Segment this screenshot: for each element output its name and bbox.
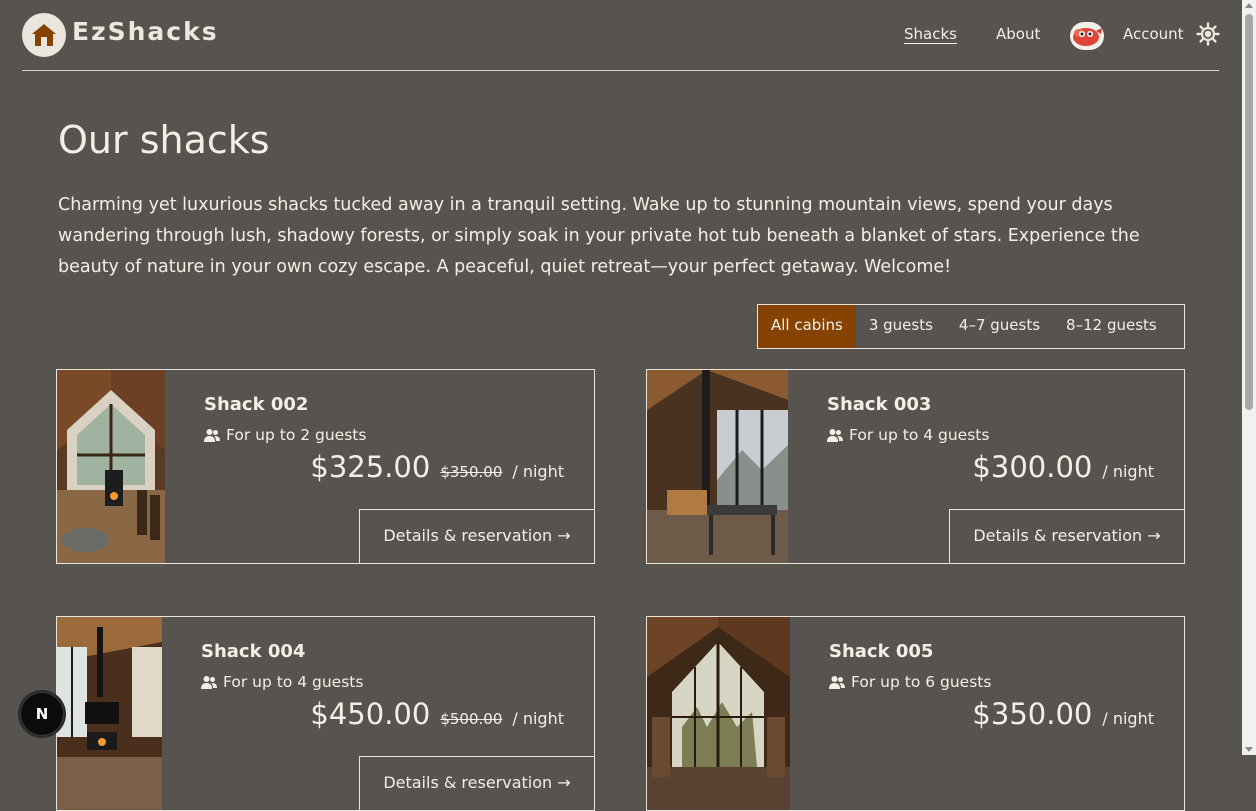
cabin-capacity: For up to 6 guests [829,673,991,691]
avatar[interactable] [1070,22,1104,50]
scrollbar-thumb[interactable] [1245,14,1253,410]
details-reservation-button[interactable]: Details & reservation → [359,509,594,563]
cabin-name: Shack 004 [201,641,306,662]
sun-icon[interactable] [1196,22,1220,46]
users-icon [829,676,845,689]
cabin-name: Shack 003 [827,394,932,415]
original-price: $350.00 [440,463,503,481]
price: $450.00 [310,697,431,731]
users-icon [204,429,220,442]
filter-4-7-guests[interactable]: 4–7 guests [946,305,1053,348]
nav-shacks[interactable]: Shacks [904,25,957,43]
users-icon [827,429,843,442]
cabin-capacity: For up to 2 guests [204,426,366,444]
nav-about[interactable]: About [996,25,1040,43]
house-icon [32,24,56,46]
logo[interactable] [22,13,66,57]
per-night-label: / night [512,709,564,728]
dev-tools-badge[interactable]: N [20,692,64,736]
cabin-capacity-label: For up to 2 guests [226,426,367,444]
users-icon [201,676,217,689]
scroll-up-icon[interactable] [1245,3,1253,8]
price-row: $300.00 / night [972,450,1154,484]
original-price: $500.00 [440,710,503,728]
details-reservation-button[interactable]: Details & reservation → [949,509,1184,563]
cabin-capacity-label: For up to 6 guests [851,673,992,691]
scroll-down-icon[interactable] [1245,747,1253,752]
cabin-card: Shack 005 For up to 6 guests $350.00 / n… [646,616,1185,811]
cabin-card: Shack 002 For up to 2 guests $325.00 $35… [56,369,595,564]
price: $300.00 [972,450,1093,484]
cabin-capacity: For up to 4 guests [827,426,989,444]
cabin-name: Shack 002 [204,394,309,415]
dev-tools-badge-label: N [35,705,49,723]
price-row: $325.00 $350.00 / night [310,450,564,484]
cabin-photo [57,370,165,563]
site-header: EzShacks Shacks About Account [22,12,1220,71]
cabin-photo [647,617,790,810]
page-title: Our shacks [58,118,270,162]
cabin-name: Shack 005 [829,641,934,662]
details-reservation-button[interactable]: Details & reservation → [359,756,594,810]
intro-text: Charming yet luxurious shacks tucked awa… [58,195,1140,277]
price: $325.00 [310,450,431,484]
cabin-photo [647,370,788,563]
capacity-filter: All cabins 3 guests 4–7 guests 8–12 gues… [757,304,1185,349]
cabin-capacity: For up to 4 guests [201,673,363,691]
page-scrollbar[interactable] [1242,0,1256,755]
cabin-card: Shack 004 For up to 4 guests $450.00 $50… [56,616,595,811]
price: $350.00 [972,697,1093,731]
per-night-label: / night [1102,709,1154,728]
nav-account[interactable]: Account [1123,25,1184,43]
price-row: $450.00 $500.00 / night [310,697,564,731]
cabin-capacity-label: For up to 4 guests [849,426,990,444]
cabin-photo [57,617,162,810]
filter-all-cabins[interactable]: All cabins [758,305,856,348]
filter-8-12-guests[interactable]: 8–12 guests [1053,305,1170,348]
filter-3-guests[interactable]: 3 guests [856,305,946,348]
per-night-label: / night [1102,462,1154,481]
cabin-card: Shack 003 For up to 4 guests $300.00 / n… [646,369,1185,564]
brand-name[interactable]: EzShacks [72,17,219,46]
price-row: $350.00 / night [972,697,1154,731]
cabin-capacity-label: For up to 4 guests [223,673,364,691]
per-night-label: / night [512,462,564,481]
